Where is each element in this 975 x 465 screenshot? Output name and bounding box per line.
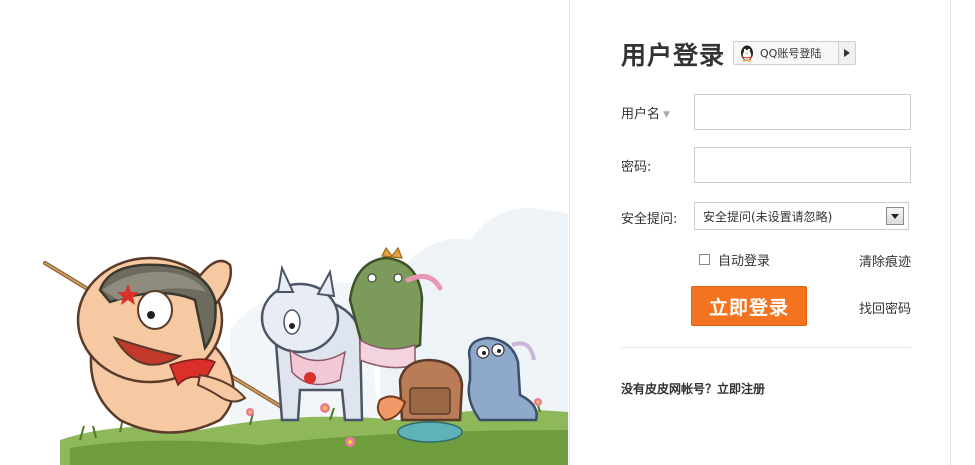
right-divider: [950, 0, 951, 465]
qq-penguin-icon: [741, 45, 753, 62]
security-question-label: 安全提问:: [621, 212, 678, 227]
username-input[interactable]: [694, 94, 911, 130]
select-arrow-button[interactable]: [886, 207, 904, 225]
mascot-illustration: [0, 0, 568, 465]
remember-checkbox[interactable]: [699, 254, 710, 265]
password-input[interactable]: [694, 147, 911, 183]
triangle-down-icon: [891, 213, 899, 219]
separator: [621, 347, 911, 348]
username-label: 用户名 ▼: [621, 103, 670, 122]
username-label-text: 用户名: [621, 107, 661, 122]
qq-login-button[interactable]: QQ账号登陆: [733, 41, 856, 65]
qq-login-label: QQ账号登陆: [760, 47, 822, 60]
remember-label: 自动登录: [718, 254, 771, 269]
caret-down-icon[interactable]: ▼: [663, 110, 670, 120]
page-title: 用户登录: [621, 41, 726, 70]
register-link[interactable]: 没有皮皮网帐号？立即注册: [621, 380, 765, 397]
login-panel: 用户登录 QQ账号登陆 用户名 ▼ 密码: 安全提问: 安全提问(未设置请忽略) …: [571, 0, 950, 465]
remember-me: 自动登录: [699, 250, 770, 269]
find-password-link[interactable]: 找回密码: [859, 298, 911, 317]
left-divider: [569, 0, 570, 465]
triangle-right-icon: [844, 49, 850, 57]
security-question-value: 安全提问(未设置请忽略): [703, 209, 833, 224]
password-label: 密码:: [621, 160, 652, 175]
security-question-select[interactable]: 安全提问(未设置请忽略): [694, 202, 909, 230]
login-button[interactable]: 立即登录: [691, 286, 807, 326]
clear-traces-link[interactable]: 清除痕迹: [859, 251, 911, 270]
qq-login-arrow[interactable]: [838, 42, 855, 64]
